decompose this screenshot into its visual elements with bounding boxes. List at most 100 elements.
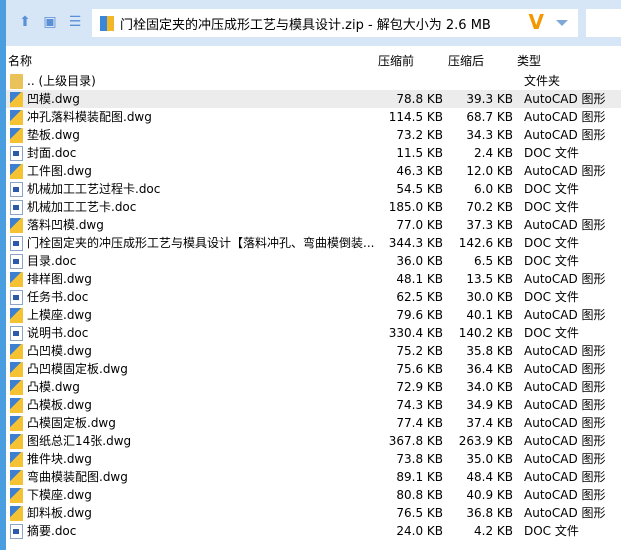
file-row[interactable]: 上模座.dwg 79.6 KB 40.1 KB AutoCAD 图形	[6, 306, 621, 324]
address-bar[interactable]: 门栓固定夹的冲压成形工艺与模具设计.zip - 解包大小为 2.6 MB V	[92, 9, 578, 37]
file-name: 卸料板.dwg	[27, 506, 92, 520]
file-row[interactable]: 冲孔落料模装配图.dwg 114.5 KB 68.7 KB AutoCAD 图形	[6, 108, 621, 126]
file-type: AutoCAD 图形	[524, 92, 606, 106]
dwg-file-icon	[10, 164, 23, 179]
file-row[interactable]: 目录.doc 36.0 KB 6.5 KB DOC 文件	[6, 252, 621, 270]
file-type: DOC 文件	[524, 182, 579, 196]
file-row[interactable]: 落料凹模.dwg 77.0 KB 37.3 KB AutoCAD 图形	[6, 216, 621, 234]
dwg-file-icon	[10, 110, 23, 125]
file-name: 下模座.dwg	[27, 488, 92, 502]
file-row[interactable]: 机械加工工艺过程卡.doc 54.5 KB 6.0 KB DOC 文件	[6, 180, 621, 198]
file-type: AutoCAD 图形	[524, 380, 606, 394]
original-size: 62.5 KB	[396, 290, 443, 304]
file-row[interactable]: 图纸总汇14张.dwg 367.8 KB 263.9 KB AutoCAD 图形	[6, 432, 621, 450]
file-type: DOC 文件	[524, 146, 579, 160]
original-size: 80.8 KB	[396, 488, 443, 502]
file-row[interactable]: 凸模固定板.dwg 77.4 KB 37.4 KB AutoCAD 图形	[6, 414, 621, 432]
file-name: 机械加工工艺卡.doc	[27, 200, 137, 214]
column-header: 名称 压缩前 压缩后 类型	[6, 50, 621, 68]
compressed-size: 35.8 KB	[466, 344, 513, 358]
dwg-file-icon	[10, 488, 23, 503]
list-view-icon[interactable]: ☰	[67, 14, 83, 30]
search-input[interactable]	[586, 9, 621, 37]
compressed-size: 36.8 KB	[466, 506, 513, 520]
original-size: 77.0 KB	[396, 218, 443, 232]
original-size: 24.0 KB	[396, 524, 443, 538]
original-size: 114.5 KB	[388, 110, 443, 124]
file-row[interactable]: 机械加工工艺卡.doc 185.0 KB 70.2 KB DOC 文件	[6, 198, 621, 216]
v-logo-icon[interactable]: V	[529, 10, 544, 34]
toolbar: ⬆ ▣ ☰ 门栓固定夹的冲压成形工艺与模具设计.zip - 解包大小为 2.6 …	[0, 0, 621, 46]
file-row[interactable]: 卸料板.dwg 76.5 KB 36.8 KB AutoCAD 图形	[6, 504, 621, 522]
chevron-down-icon[interactable]	[556, 20, 568, 26]
doc-file-icon	[10, 200, 23, 215]
file-row[interactable]: 工件图.dwg 46.3 KB 12.0 KB AutoCAD 图形	[6, 162, 621, 180]
compressed-size: 13.5 KB	[466, 272, 513, 286]
file-type: DOC 文件	[524, 254, 579, 268]
compressed-size: 34.9 KB	[466, 398, 513, 412]
column-type[interactable]: 类型	[517, 52, 541, 69]
preview-view-icon[interactable]: ▣	[42, 14, 58, 30]
doc-file-icon	[10, 524, 23, 539]
doc-file-icon	[10, 146, 23, 161]
original-size: 72.9 KB	[396, 380, 443, 394]
doc-file-icon	[10, 326, 23, 341]
parent-dir-row[interactable]: .. (上级目录) 文件夹	[6, 72, 621, 90]
file-row[interactable]: 凸模板.dwg 74.3 KB 34.9 KB AutoCAD 图形	[6, 396, 621, 414]
file-row[interactable]: 凸凹模.dwg 75.2 KB 35.8 KB AutoCAD 图形	[6, 342, 621, 360]
file-row[interactable]: 封面.doc 11.5 KB 2.4 KB DOC 文件	[6, 144, 621, 162]
compressed-size: 2.4 KB	[474, 146, 513, 160]
file-row[interactable]: 摘要.doc 24.0 KB 4.2 KB DOC 文件	[6, 522, 621, 540]
file-name: 凸模固定板.dwg	[27, 416, 116, 430]
file-row[interactable]: 任务书.doc 62.5 KB 30.0 KB DOC 文件	[6, 288, 621, 306]
compressed-size: 263.9 KB	[458, 434, 513, 448]
original-size: 73.8 KB	[396, 452, 443, 466]
file-type: AutoCAD 图形	[524, 128, 606, 142]
original-size: 367.8 KB	[388, 434, 443, 448]
file-name: 垫板.dwg	[27, 128, 80, 142]
compressed-size: 35.0 KB	[466, 452, 513, 466]
original-size: 76.5 KB	[396, 506, 443, 520]
compressed-size: 140.2 KB	[458, 326, 513, 340]
file-name: 凹模.dwg	[27, 92, 80, 106]
compressed-size: 40.1 KB	[466, 308, 513, 322]
compressed-size: 12.0 KB	[466, 164, 513, 178]
file-name: 推件块.dwg	[27, 452, 92, 466]
file-list: .. (上级目录) 文件夹 凹模.dwg 78.8 KB 39.3 KB Aut…	[6, 72, 621, 540]
file-row[interactable]: 下模座.dwg 80.8 KB 40.9 KB AutoCAD 图形	[6, 486, 621, 504]
file-row[interactable]: 凸凹模固定板.dwg 75.6 KB 36.4 KB AutoCAD 图形	[6, 360, 621, 378]
file-row[interactable]: 排样图.dwg 48.1 KB 13.5 KB AutoCAD 图形	[6, 270, 621, 288]
compressed-size: 34.0 KB	[466, 380, 513, 394]
file-row[interactable]: 推件块.dwg 73.8 KB 35.0 KB AutoCAD 图形	[6, 450, 621, 468]
file-row[interactable]: 说明书.doc 330.4 KB 140.2 KB DOC 文件	[6, 324, 621, 342]
file-type: AutoCAD 图形	[524, 110, 606, 124]
file-row[interactable]: 垫板.dwg 73.2 KB 34.3 KB AutoCAD 图形	[6, 126, 621, 144]
folder-icon	[10, 74, 23, 89]
address-text: 门栓固定夹的冲压成形工艺与模具设计.zip - 解包大小为 2.6 MB	[120, 17, 491, 33]
original-size: 185.0 KB	[388, 200, 443, 214]
dwg-file-icon	[10, 416, 23, 431]
file-type: AutoCAD 图形	[524, 218, 606, 232]
file-type: DOC 文件	[524, 326, 579, 340]
column-name[interactable]: 名称	[8, 52, 32, 69]
file-name: 图纸总汇14张.dwg	[27, 434, 132, 448]
file-type: AutoCAD 图形	[524, 398, 606, 412]
file-row[interactable]: 凸模.dwg 72.9 KB 34.0 KB AutoCAD 图形	[6, 378, 621, 396]
dwg-file-icon	[10, 380, 23, 395]
original-size: 79.6 KB	[396, 308, 443, 322]
compressed-size: 30.0 KB	[466, 290, 513, 304]
file-row[interactable]: 凹模.dwg 78.8 KB 39.3 KB AutoCAD 图形	[6, 90, 621, 108]
file-name: 摘要.doc	[27, 524, 77, 538]
up-arrow-icon[interactable]: ⬆	[17, 14, 33, 30]
file-type: AutoCAD 图形	[524, 362, 606, 376]
file-name: 凸凹模.dwg	[27, 344, 92, 358]
file-name: 门栓固定夹的冲压成形工艺与模具设计【落料冲孔、弯曲模倒装...	[27, 236, 375, 250]
dwg-file-icon	[10, 434, 23, 449]
original-size: 78.8 KB	[396, 92, 443, 106]
compressed-size: 68.7 KB	[466, 110, 513, 124]
column-comp-size[interactable]: 压缩后	[448, 52, 484, 69]
file-row[interactable]: 门栓固定夹的冲压成形工艺与模具设计【落料冲孔、弯曲模倒装... 344.3 KB…	[6, 234, 621, 252]
column-orig-size[interactable]: 压缩前	[378, 52, 414, 69]
file-row[interactable]: 弯曲模装配图.dwg 89.1 KB 48.4 KB AutoCAD 图形	[6, 468, 621, 486]
file-name: 目录.doc	[27, 254, 77, 268]
